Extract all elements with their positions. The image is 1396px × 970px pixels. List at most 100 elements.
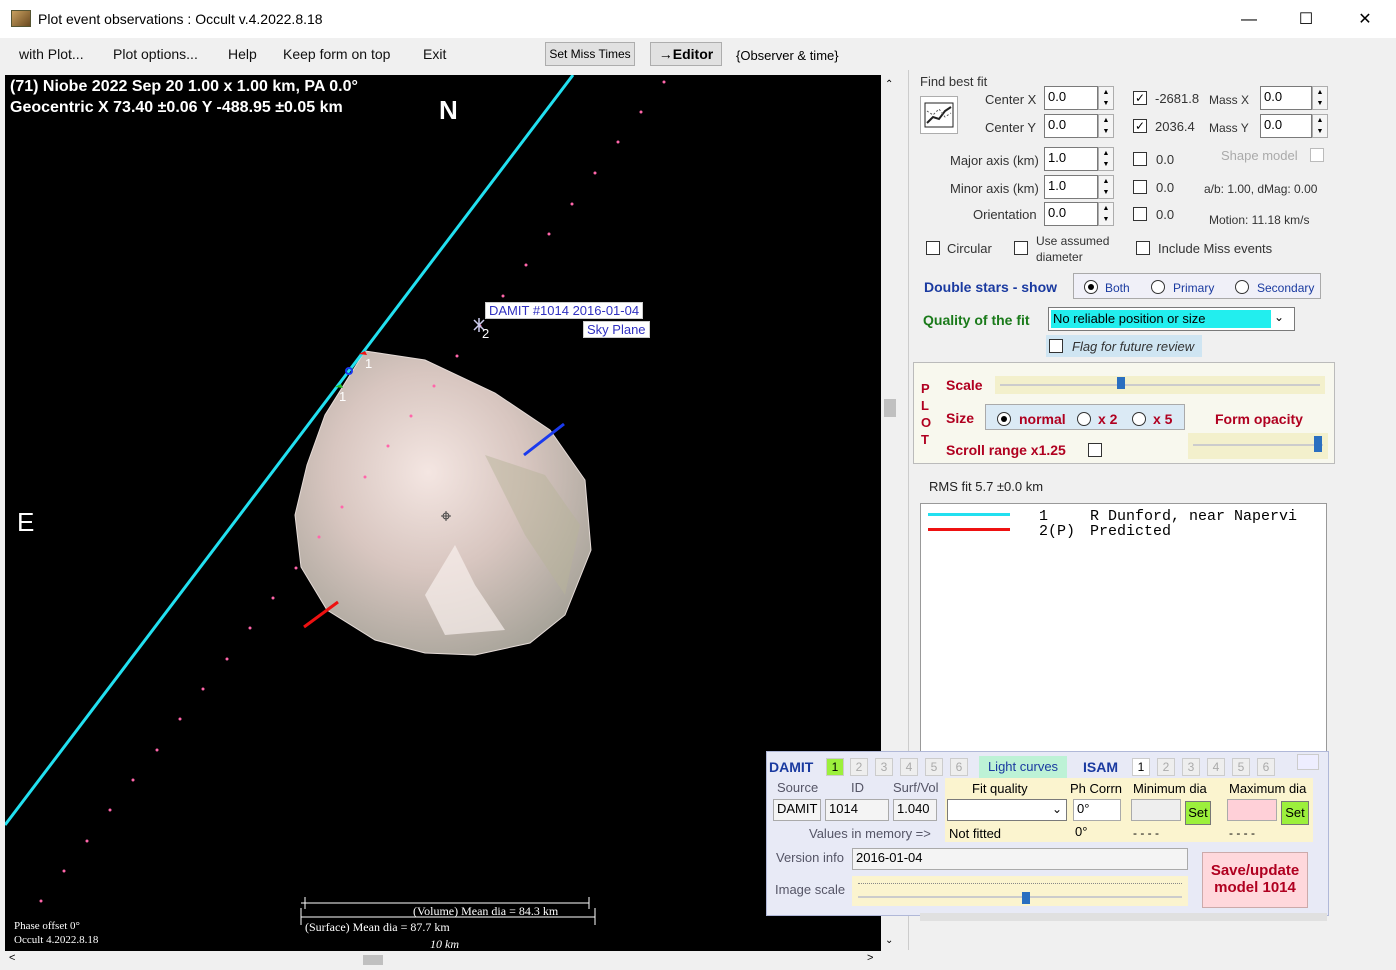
plot-canvas[interactable]: (71) Niobe 2022 Sep 20 1.00 x 1.00 km, P… xyxy=(5,75,881,951)
damit-close-button[interactable] xyxy=(1297,754,1319,770)
isam-1-button[interactable]: 1 xyxy=(1132,758,1150,776)
damit-5-button[interactable]: 5 xyxy=(925,758,943,776)
menu-exit[interactable]: Exit xyxy=(423,46,446,62)
fit-chart-icon xyxy=(924,102,954,128)
include-miss-label: Include Miss events xyxy=(1158,241,1273,256)
chord-1-label: 1 xyxy=(365,356,373,371)
double-stars-label: Double stars - show xyxy=(924,279,1058,295)
double-both-radio[interactable] xyxy=(1084,280,1098,294)
isam-4-button[interactable]: 4 xyxy=(1207,758,1225,776)
center-x-label: Center X xyxy=(985,92,1037,107)
damit-6-button[interactable]: 6 xyxy=(950,758,968,776)
minor-axis-input[interactable]: 1.0 xyxy=(1044,175,1098,199)
center-y-input[interactable]: 0.0 xyxy=(1044,114,1098,138)
minor-axis-checkbox[interactable] xyxy=(1133,180,1147,194)
observer-1-color xyxy=(928,513,1010,516)
scale-slider-thumb[interactable] xyxy=(1117,377,1125,389)
save-update-button[interactable]: Save/update model 1014 xyxy=(1202,852,1308,908)
menu-keep-on-top[interactable]: Keep form on top xyxy=(283,46,390,62)
mass-x-spinner[interactable]: ▲ ▼ xyxy=(1312,86,1328,110)
menu-help[interactable]: Help xyxy=(228,46,257,62)
isam-2-button[interactable]: 2 xyxy=(1157,758,1175,776)
size-x5-radio[interactable] xyxy=(1132,412,1146,426)
volume-dia-label: (Volume) Mean dia = 84.3 km xyxy=(413,904,559,918)
scroll-right-icon[interactable]: > xyxy=(867,952,873,964)
shape-model-label: Shape model xyxy=(1221,148,1298,163)
ph-corrn-memory: 0° xyxy=(1075,824,1088,839)
damit-1-button[interactable]: 1 xyxy=(826,758,844,776)
version-info-field[interactable]: 2016-01-04 xyxy=(852,848,1188,870)
source-field: DAMIT xyxy=(773,799,821,821)
center-x-checkbox[interactable]: ✓ xyxy=(1133,91,1147,105)
values-in-memory-label: Values in memory => xyxy=(809,826,931,841)
center-y-checkbox[interactable]: ✓ xyxy=(1133,119,1147,133)
menu-with-plot[interactable]: with Plot... xyxy=(19,46,84,62)
light-curves-button[interactable]: Light curves xyxy=(979,756,1067,778)
center-y-spinner[interactable]: ▲ ▼ xyxy=(1098,114,1114,138)
include-miss-checkbox[interactable] xyxy=(1136,241,1150,255)
scroll-thumb[interactable] xyxy=(884,399,896,417)
image-scale-thumb[interactable] xyxy=(1022,892,1030,904)
size-label: Size xyxy=(946,410,975,426)
editor-button[interactable]: →Editor xyxy=(650,42,722,66)
shape-model-checkbox[interactable] xyxy=(1310,148,1324,162)
orientation-input[interactable]: 0.0 xyxy=(1044,202,1098,226)
find-best-fit-button[interactable] xyxy=(920,96,958,134)
chevron-down-icon: ⌄ xyxy=(1052,802,1063,816)
max-dia-memory: - - - - xyxy=(1229,826,1255,840)
close-button[interactable]: ✕ xyxy=(1342,8,1388,32)
maximize-button[interactable]: ☐ xyxy=(1283,8,1329,32)
ph-corrn-header: Ph Corrn xyxy=(1070,781,1123,796)
center-x-spinner[interactable]: ▲ ▼ xyxy=(1098,86,1114,110)
quality-dropdown[interactable]: No reliable position or size ⌄ xyxy=(1048,307,1295,331)
opacity-slider-thumb[interactable] xyxy=(1314,436,1322,452)
fit-quality-dropdown[interactable]: ⌄ xyxy=(947,799,1067,821)
orientation-fit-value: 0.0 xyxy=(1156,207,1175,222)
isam-3-button[interactable]: 3 xyxy=(1182,758,1200,776)
mass-y-input[interactable]: 0.0 xyxy=(1260,114,1312,138)
damit-label: DAMIT xyxy=(769,759,814,775)
major-axis-checkbox[interactable] xyxy=(1133,152,1147,166)
scroll-range-checkbox[interactable] xyxy=(1088,443,1102,457)
scale-slider[interactable] xyxy=(995,376,1325,394)
double-secondary-radio[interactable] xyxy=(1235,280,1249,294)
observer-time-menu[interactable]: {Observer & time} xyxy=(736,48,839,63)
image-scale-slider[interactable] xyxy=(852,876,1188,906)
double-primary-radio[interactable] xyxy=(1151,280,1165,294)
damit-3-button[interactable]: 3 xyxy=(875,758,893,776)
ph-corrn-field[interactable]: 0° xyxy=(1073,799,1121,821)
min-dia-field[interactable] xyxy=(1131,799,1181,821)
minimize-button[interactable]: — xyxy=(1226,8,1272,32)
min-dia-set-button[interactable]: Set xyxy=(1185,801,1211,825)
isam-6-button[interactable]: 6 xyxy=(1257,758,1275,776)
isam-5-button[interactable]: 5 xyxy=(1232,758,1250,776)
mass-x-input[interactable]: 0.0 xyxy=(1260,86,1312,110)
major-axis-spinner[interactable]: ▲ ▼ xyxy=(1098,147,1114,171)
size-normal-radio[interactable] xyxy=(997,412,1011,426)
list-hscroll[interactable] xyxy=(920,913,1327,921)
plot-horizontal-scrollbar[interactable]: < > xyxy=(5,951,881,969)
major-axis-input[interactable]: 1.0 xyxy=(1044,147,1098,171)
orientation-spinner[interactable]: ▲ ▼ xyxy=(1098,202,1114,226)
damit-4-button[interactable]: 4 xyxy=(900,758,918,776)
use-assumed-checkbox[interactable] xyxy=(1014,241,1028,255)
scroll-down-icon[interactable]: ⌄ xyxy=(885,935,893,946)
orientation-checkbox[interactable] xyxy=(1133,207,1147,221)
damit-2-button[interactable]: 2 xyxy=(850,758,868,776)
mass-y-spinner[interactable]: ▲ ▼ xyxy=(1312,114,1328,138)
opacity-slider[interactable] xyxy=(1188,433,1328,459)
menu-plot-options[interactable]: Plot options... xyxy=(113,46,198,62)
max-dia-set-button[interactable]: Set xyxy=(1281,801,1309,825)
size-x2-radio[interactable] xyxy=(1077,412,1091,426)
scroll-left-icon[interactable]: < xyxy=(9,952,15,964)
circular-checkbox[interactable] xyxy=(926,241,940,255)
max-dia-field[interactable] xyxy=(1227,799,1277,821)
chevron-down-icon: ⌄ xyxy=(1274,310,1285,324)
minor-axis-spinner[interactable]: ▲ ▼ xyxy=(1098,175,1114,199)
set-miss-times-button[interactable]: Set Miss Times xyxy=(545,42,635,66)
scroll-up-icon[interactable]: ⌃ xyxy=(885,79,893,90)
hscroll-thumb[interactable] xyxy=(363,955,383,965)
motion-label: Motion: 11.18 km/s xyxy=(1209,213,1310,227)
flag-review-checkbox[interactable] xyxy=(1049,339,1063,353)
center-x-input[interactable]: 0.0 xyxy=(1044,86,1098,110)
